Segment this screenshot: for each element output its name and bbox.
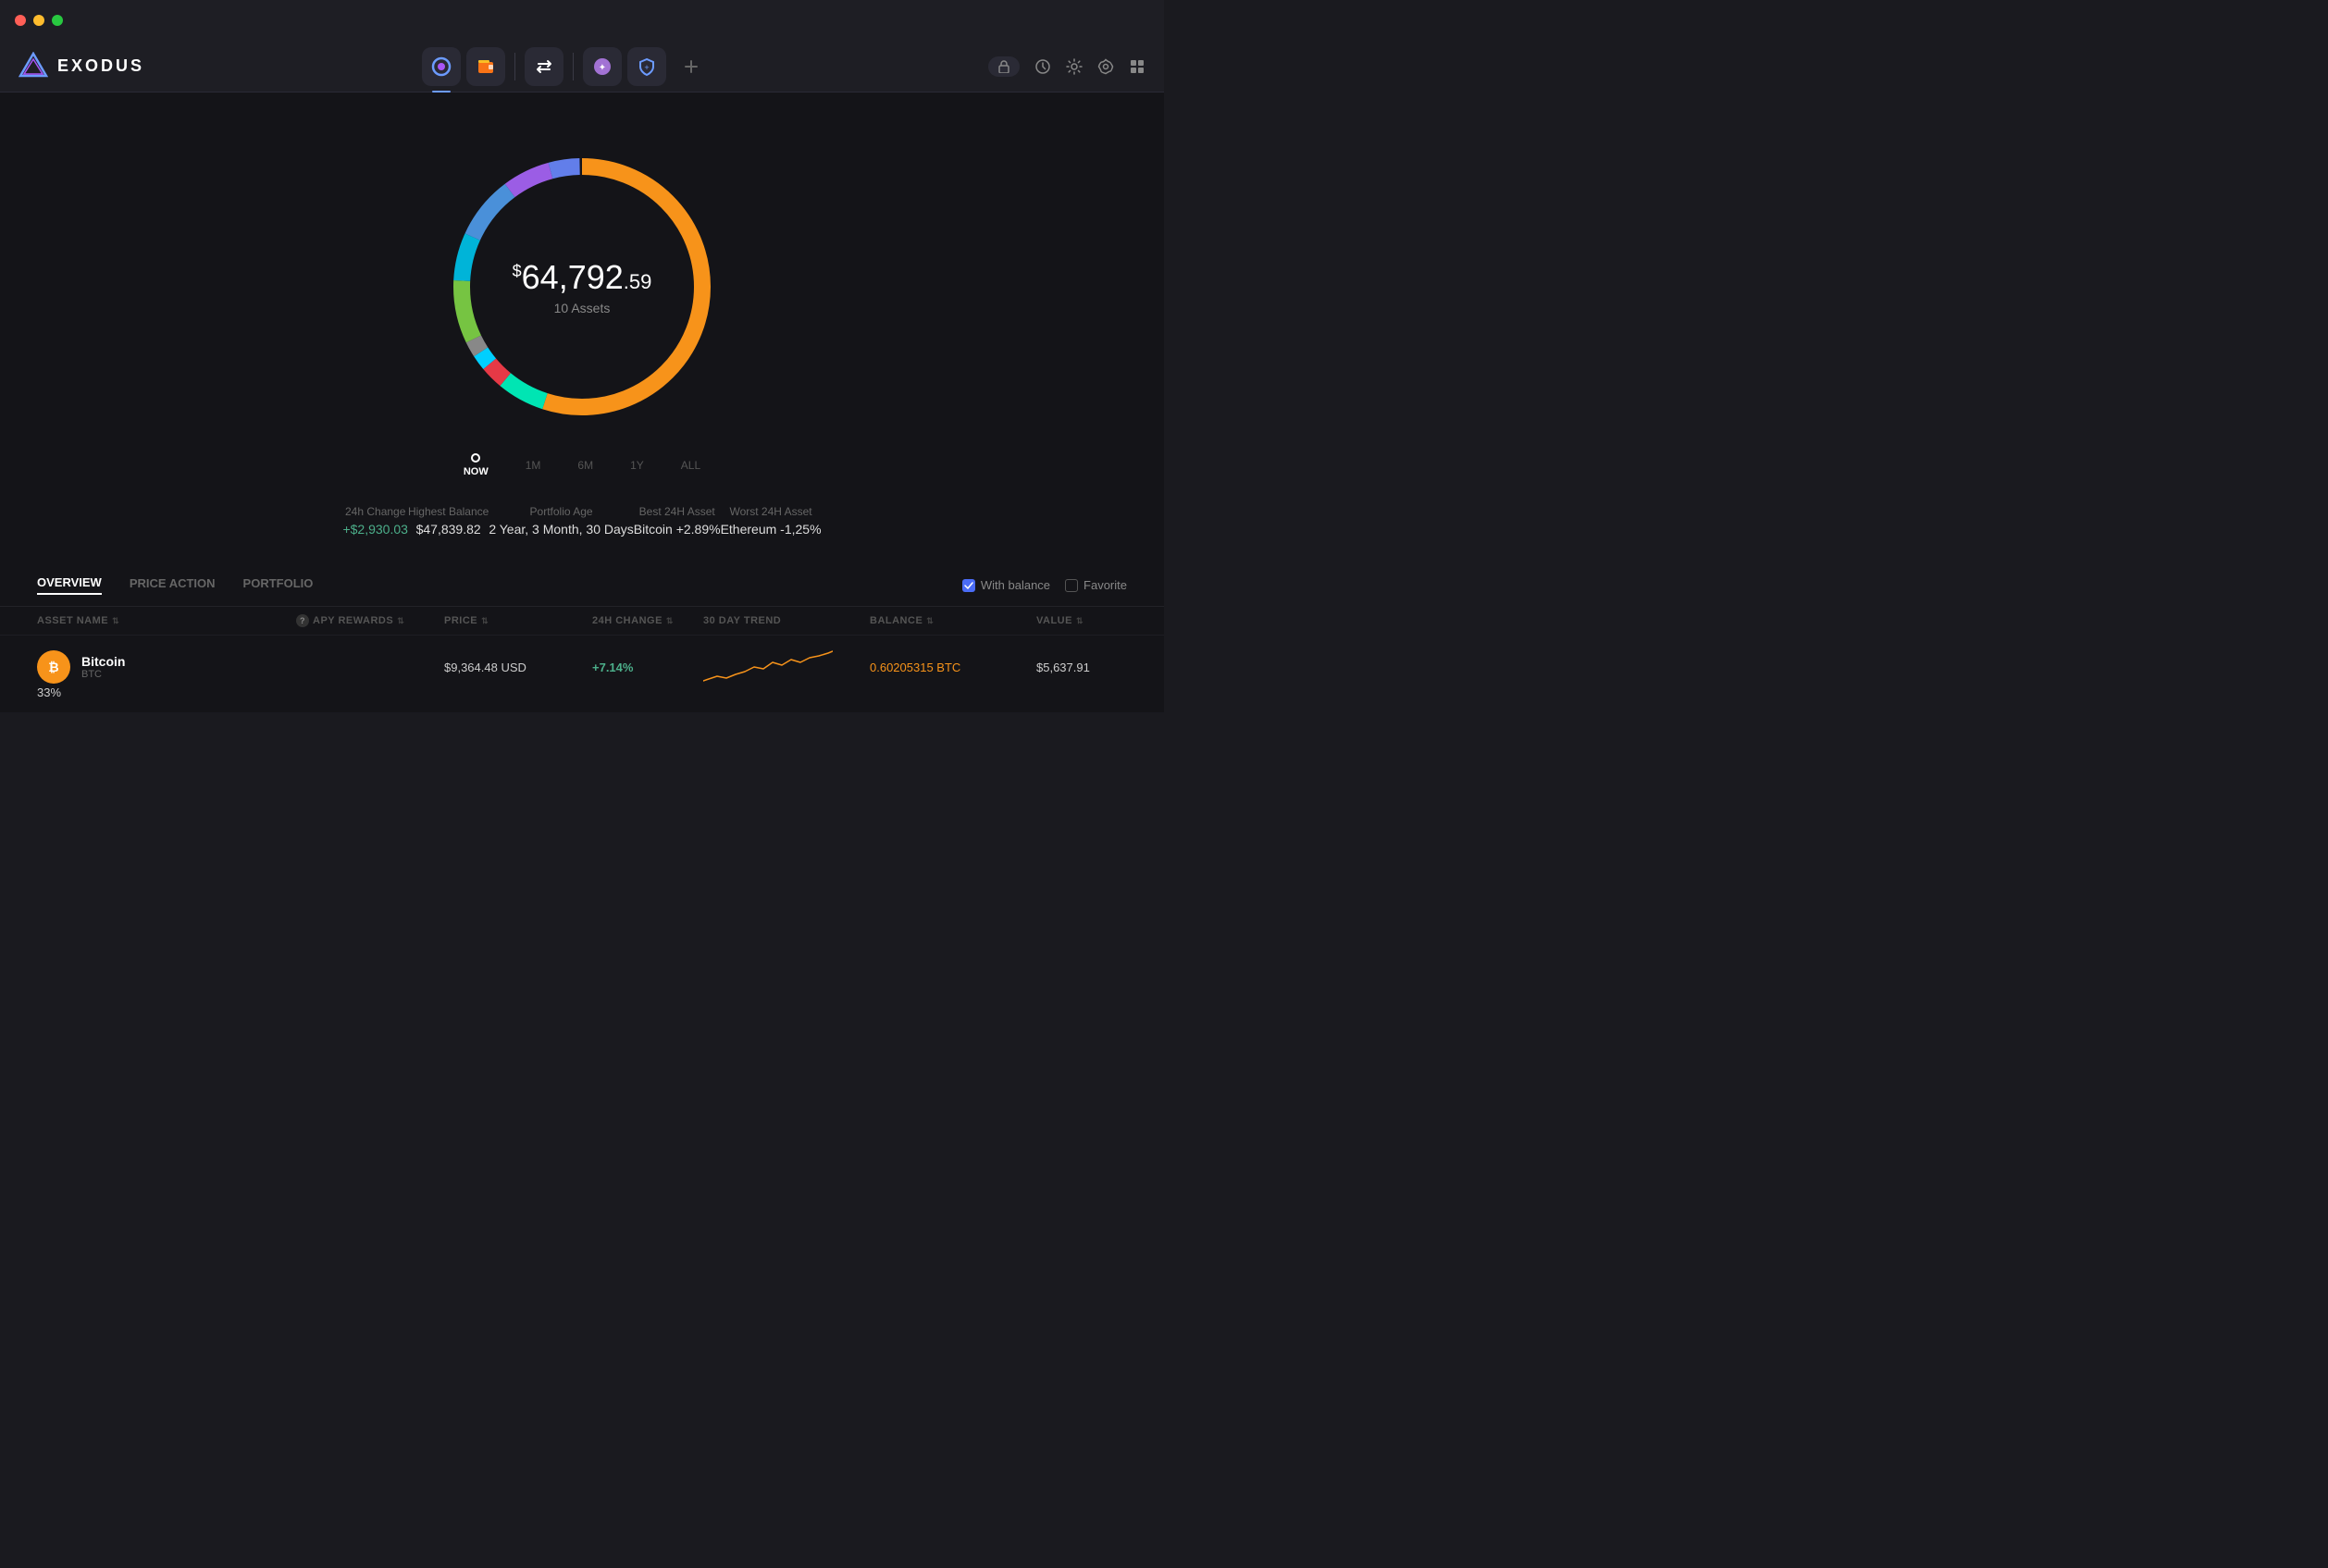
btc-balance: 0.60205315 BTC xyxy=(870,661,1036,674)
sort-icon-balance: ⇅ xyxy=(926,616,934,626)
timeline-1y[interactable]: 1Y xyxy=(630,459,644,472)
nav-separator xyxy=(514,53,515,80)
portfolio-value: $64,792.59 xyxy=(513,258,652,297)
th-price[interactable]: PRICE ⇅ xyxy=(444,614,592,627)
table-row[interactable]: ₿ Bitcoin BTC $9,364.48 USD +7.14% 0.602… xyxy=(0,636,1164,713)
timeline-dot-circle xyxy=(471,453,480,463)
tab-portfolio[interactable]: PORTFOLIO xyxy=(243,576,314,594)
btc-sparkline xyxy=(703,648,870,685)
timeline-6m[interactable]: 6M xyxy=(577,459,593,472)
chart-section: $64,792.59 10 Assets NOW 1M 6M 1Y ALL 24… xyxy=(0,120,1164,564)
navbar-right xyxy=(988,56,1145,77)
close-button[interactable] xyxy=(15,15,26,26)
nav-nft-button[interactable]: ✦ xyxy=(583,47,622,86)
navbar-center: ✦ + xyxy=(422,47,711,86)
logo: EXODUS xyxy=(19,52,144,81)
history-button[interactable] xyxy=(1034,58,1051,75)
stat-worst-asset-value: Ethereum -1,25% xyxy=(721,522,822,537)
assets-count: 10 Assets xyxy=(513,301,652,315)
stat-highest-balance-label: Highest Balance xyxy=(408,505,489,518)
with-balance-checkbox[interactable] xyxy=(962,579,975,592)
nav-wallet-button[interactable] xyxy=(466,47,505,86)
stat-worst-asset: Worst 24H Asset Ethereum -1,25% xyxy=(721,505,822,537)
sort-icon-asset: ⇅ xyxy=(112,616,119,626)
tab-price-action[interactable]: PRICE ACTION xyxy=(130,576,216,594)
timeline-all[interactable]: ALL xyxy=(681,459,700,472)
help-icon: ? xyxy=(296,614,309,627)
favorite-checkbox[interactable] xyxy=(1065,579,1078,592)
navbar: EXODUS xyxy=(0,41,1164,93)
timeline-now: NOW xyxy=(464,453,489,477)
maximize-button[interactable] xyxy=(52,15,63,26)
btc-change: +7.14% xyxy=(592,661,703,674)
nav-add-button[interactable] xyxy=(672,47,711,86)
timeline-now-label: NOW xyxy=(464,466,489,477)
main-content: $64,792.59 10 Assets NOW 1M 6M 1Y ALL 24… xyxy=(0,93,1164,713)
stat-worst-asset-label: Worst 24H Asset xyxy=(721,505,822,518)
th-30day-trend: 30 DAY TREND xyxy=(703,614,870,627)
svg-text:₿: ₿ xyxy=(48,660,58,674)
currency-symbol: $ xyxy=(513,262,522,280)
th-asset-name[interactable]: ASSET NAME ⇅ xyxy=(37,614,296,627)
asset-cell-btc: ₿ Bitcoin BTC xyxy=(37,650,296,684)
minimize-button[interactable] xyxy=(33,15,44,26)
timeline: NOW 1M 6M 1Y ALL xyxy=(390,453,774,477)
btc-icon: ₿ xyxy=(37,650,70,684)
stat-24h-change-label: 24h Change xyxy=(342,505,407,518)
tabs-filters: With balance Favorite xyxy=(962,578,1127,592)
stat-best-asset: Best 24H Asset Bitcoin +2.89% xyxy=(634,505,721,537)
sort-icon-change: ⇅ xyxy=(666,616,674,626)
stat-best-asset-label: Best 24H Asset xyxy=(634,505,721,518)
stat-highest-balance: Highest Balance $47,839.82 xyxy=(408,505,489,537)
stat-24h-change-value: +$2,930.03 xyxy=(342,522,407,537)
stat-24h-change: 24h Change +$2,930.03 xyxy=(342,505,407,537)
favorite-label: Favorite xyxy=(1084,578,1127,592)
nav-exchange-button[interactable] xyxy=(525,47,563,86)
timeline-1m[interactable]: 1M xyxy=(526,459,541,472)
stat-highest-balance-value: $47,839.82 xyxy=(408,522,489,537)
stat-best-asset-value: Bitcoin +2.89% xyxy=(634,522,721,537)
settings-button[interactable] xyxy=(1066,58,1083,75)
tab-overview[interactable]: OVERVIEW xyxy=(37,575,102,595)
th-value[interactable]: VALUE ⇅ xyxy=(1036,614,1184,627)
gear-button[interactable] xyxy=(1097,58,1114,75)
sort-icon-value: ⇅ xyxy=(1076,616,1084,626)
lock-toggle-button[interactable] xyxy=(988,56,1020,77)
btc-ticker: BTC xyxy=(81,669,125,680)
sort-icon-apy: ⇅ xyxy=(397,616,404,626)
tabs-row: OVERVIEW PRICE ACTION PORTFOLIO With bal… xyxy=(0,564,1164,607)
btc-name-col: Bitcoin BTC xyxy=(81,654,125,680)
nav-separator-2 xyxy=(573,53,574,80)
svg-text:+: + xyxy=(644,63,649,72)
sort-icon-price: ⇅ xyxy=(481,616,489,626)
portfolio-donut-chart: $64,792.59 10 Assets xyxy=(434,139,730,435)
stat-portfolio-age-value: 2 Year, 3 Month, 30 Days xyxy=(489,522,633,537)
btc-price: $9,364.48 USD xyxy=(444,661,592,674)
filter-with-balance[interactable]: With balance xyxy=(962,578,1050,592)
th-apy-rewards[interactable]: ? APY REWARDS ⇅ xyxy=(296,614,444,627)
stats-row: 24h Change +$2,930.03 Highest Balance $4… xyxy=(287,487,876,555)
exodus-logo-icon xyxy=(19,52,48,81)
filter-favorite[interactable]: Favorite xyxy=(1065,578,1127,592)
th-balance[interactable]: BALANCE ⇅ xyxy=(870,614,1036,627)
th-24h-change[interactable]: 24H CHANGE ⇅ xyxy=(592,614,703,627)
grid-button[interactable] xyxy=(1129,58,1145,75)
btc-value: $5,637.91 xyxy=(1036,661,1184,674)
table-header: ASSET NAME ⇅ ? APY REWARDS ⇅ PRICE ⇅ 24H… xyxy=(0,607,1164,636)
stat-portfolio-age: Portfolio Age 2 Year, 3 Month, 30 Days xyxy=(489,505,633,537)
donut-center: $64,792.59 10 Assets xyxy=(513,258,652,315)
nav-portfolio-button[interactable] xyxy=(422,47,461,86)
btc-portfolio: 33% xyxy=(37,685,296,699)
titlebar xyxy=(0,0,1164,41)
nav-shield-button[interactable]: + xyxy=(627,47,666,86)
stat-portfolio-age-label: Portfolio Age xyxy=(489,505,633,518)
btc-name: Bitcoin xyxy=(81,654,125,669)
with-balance-label: With balance xyxy=(981,578,1050,592)
svg-text:✦: ✦ xyxy=(599,63,606,73)
logo-text: EXODUS xyxy=(57,56,144,76)
